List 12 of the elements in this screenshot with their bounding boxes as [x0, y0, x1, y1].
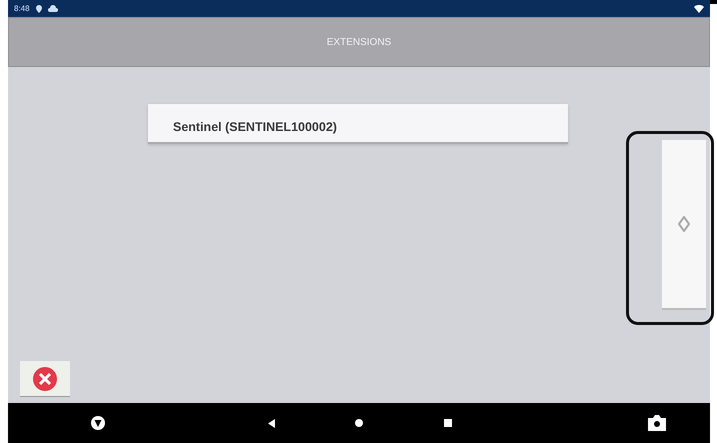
- back-icon[interactable]: [268, 418, 275, 428]
- location-pin-icon: [36, 4, 42, 12]
- status-time: 8:48: [14, 4, 30, 13]
- input-field[interactable]: Sentinel (SENTINEL100002): [148, 104, 568, 144]
- diamond-icon: [678, 216, 690, 232]
- wifi-icon: [694, 4, 704, 12]
- cloud-icon: [48, 5, 58, 12]
- home-icon[interactable]: [355, 419, 363, 427]
- close-icon: [33, 366, 57, 390]
- header-title: EXTENSIONS: [326, 36, 392, 48]
- camera-icon[interactable]: [648, 415, 666, 431]
- close-button[interactable]: [20, 361, 70, 397]
